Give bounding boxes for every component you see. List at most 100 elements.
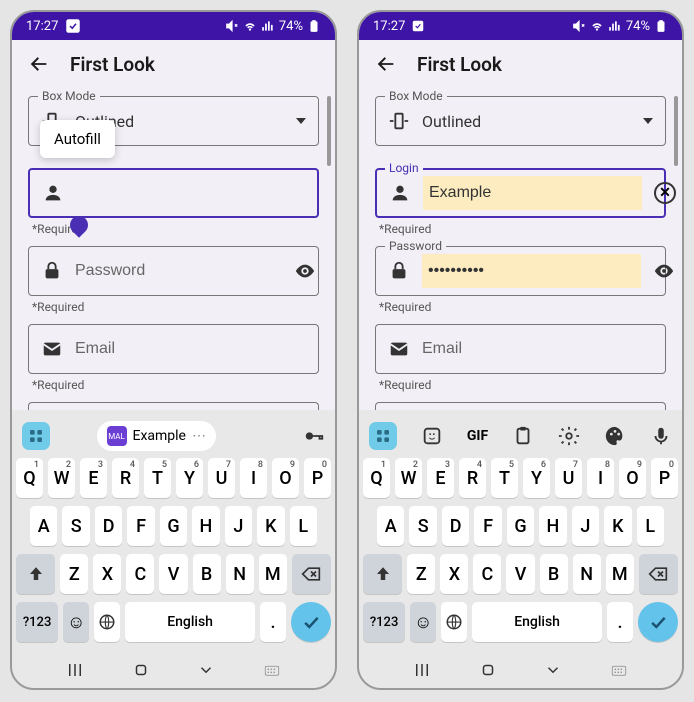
key-o[interactable]: O9 — [272, 458, 299, 498]
key-f[interactable]: F — [474, 506, 501, 546]
email-input[interactable] — [422, 325, 653, 373]
key-w[interactable]: W2 — [48, 458, 75, 498]
eye-icon[interactable] — [653, 260, 675, 282]
home-icon[interactable] — [479, 661, 497, 679]
key-y[interactable]: Y6 — [523, 458, 550, 498]
key-s[interactable]: S — [62, 506, 89, 546]
key-e[interactable]: E3 — [80, 458, 107, 498]
space-key[interactable]: English — [125, 602, 255, 642]
login-input[interactable] — [76, 170, 305, 216]
key-q[interactable]: Q1 — [16, 458, 43, 498]
dropdown-icon[interactable] — [643, 118, 653, 124]
clear-icon[interactable]: ✕ — [654, 182, 676, 204]
scrollbar[interactable] — [327, 96, 331, 166]
recent-icon[interactable] — [66, 661, 84, 679]
password-input[interactable] — [75, 247, 282, 295]
key-v[interactable]: V — [159, 554, 187, 594]
emoji-key[interactable]: ☺ — [410, 602, 436, 642]
enter-key[interactable] — [638, 602, 678, 642]
emoji-key[interactable]: ☺ — [63, 602, 89, 642]
birthdate-field-peek[interactable] — [28, 402, 319, 410]
key-h[interactable]: H — [539, 506, 566, 546]
key-l[interactable]: L — [637, 506, 664, 546]
key-i[interactable]: I8 — [240, 458, 267, 498]
key-n[interactable]: N — [573, 554, 601, 594]
key-u[interactable]: U7 — [555, 458, 582, 498]
key-g[interactable]: G — [160, 506, 187, 546]
login-input[interactable] — [423, 176, 642, 210]
recent-icon[interactable] — [413, 661, 431, 679]
gear-icon[interactable] — [558, 425, 580, 447]
kb-suggest[interactable]: MAL Example ⋯ — [97, 421, 216, 451]
backspace-key[interactable] — [292, 554, 331, 594]
autofill-tooltip[interactable]: Autofill — [40, 120, 115, 158]
space-key[interactable]: English — [472, 602, 602, 642]
eye-icon[interactable] — [294, 260, 316, 282]
key-k[interactable]: K — [604, 506, 631, 546]
key-p[interactable]: P0 — [304, 458, 331, 498]
password-input[interactable] — [422, 254, 641, 288]
login-field[interactable]: Autofill — [28, 168, 319, 218]
home-icon[interactable] — [132, 661, 150, 679]
key-icon[interactable] — [303, 425, 325, 447]
key-x[interactable]: X — [93, 554, 121, 594]
email-input[interactable] — [75, 325, 306, 373]
password-field[interactable]: Password — [375, 246, 666, 296]
kb-app-icon[interactable] — [369, 422, 397, 450]
language-key[interactable] — [441, 602, 467, 642]
key-f[interactable]: F — [127, 506, 154, 546]
login-field[interactable]: Login ✕ — [375, 168, 666, 218]
clipboard-icon[interactable] — [512, 425, 534, 447]
key-k[interactable]: K — [257, 506, 284, 546]
key-z[interactable]: Z — [407, 554, 435, 594]
gif-icon[interactable]: GIF — [467, 428, 488, 444]
key-s[interactable]: S — [409, 506, 436, 546]
key-c[interactable]: C — [126, 554, 154, 594]
password-field[interactable] — [28, 246, 319, 296]
symbols-key[interactable]: ?123 — [363, 602, 405, 642]
birthdate-field-peek[interactable] — [375, 402, 666, 410]
backspace-key[interactable] — [639, 554, 678, 594]
more-icon[interactable]: ⋯ — [192, 428, 206, 444]
key-x[interactable]: X — [440, 554, 468, 594]
back-icon[interactable] — [28, 53, 50, 75]
key-a[interactable]: A — [377, 506, 404, 546]
key-o[interactable]: O9 — [619, 458, 646, 498]
dropdown-icon[interactable] — [296, 118, 306, 124]
enter-key[interactable] — [291, 602, 331, 642]
boxmode-field[interactable]: Box Mode Outlined — [375, 96, 666, 146]
mic-icon[interactable] — [650, 425, 672, 447]
key-w[interactable]: W2 — [395, 458, 422, 498]
key-z[interactable]: Z — [60, 554, 88, 594]
email-field[interactable] — [375, 324, 666, 374]
key-b[interactable]: B — [193, 554, 221, 594]
key-q[interactable]: Q1 — [363, 458, 390, 498]
key-p[interactable]: P0 — [651, 458, 678, 498]
key-j[interactable]: J — [572, 506, 599, 546]
key-d[interactable]: D — [95, 506, 122, 546]
key-y[interactable]: Y6 — [176, 458, 203, 498]
key-a[interactable]: A — [30, 506, 57, 546]
key-b[interactable]: B — [540, 554, 568, 594]
shift-key[interactable] — [16, 554, 55, 594]
keyboard[interactable]: GIF Q1W2E3R4T5Y6U7I8O9P0 ASDFGHJKL ZXCVB… — [359, 410, 682, 652]
key-r[interactable]: R4 — [459, 458, 486, 498]
kb-app-icon[interactable] — [22, 422, 50, 450]
key-v[interactable]: V — [506, 554, 534, 594]
symbols-key[interactable]: ?123 — [16, 602, 58, 642]
shift-key[interactable] — [363, 554, 402, 594]
key-g[interactable]: G — [507, 506, 534, 546]
period-key[interactable]: . — [607, 602, 633, 642]
back-icon[interactable] — [375, 53, 397, 75]
key-i[interactable]: I8 — [587, 458, 614, 498]
sticker-icon[interactable] — [421, 425, 443, 447]
language-key[interactable] — [94, 602, 120, 642]
back-nav-icon[interactable] — [197, 661, 215, 679]
key-n[interactable]: N — [226, 554, 254, 594]
key-e[interactable]: E3 — [427, 458, 454, 498]
scrollbar[interactable] — [674, 96, 678, 166]
key-c[interactable]: C — [473, 554, 501, 594]
keyboard[interactable]: MAL Example ⋯ Q1W2E3R4T5Y6U7I8O9P0 ASDFG… — [12, 410, 335, 652]
key-u[interactable]: U7 — [208, 458, 235, 498]
key-t[interactable]: T5 — [491, 458, 518, 498]
